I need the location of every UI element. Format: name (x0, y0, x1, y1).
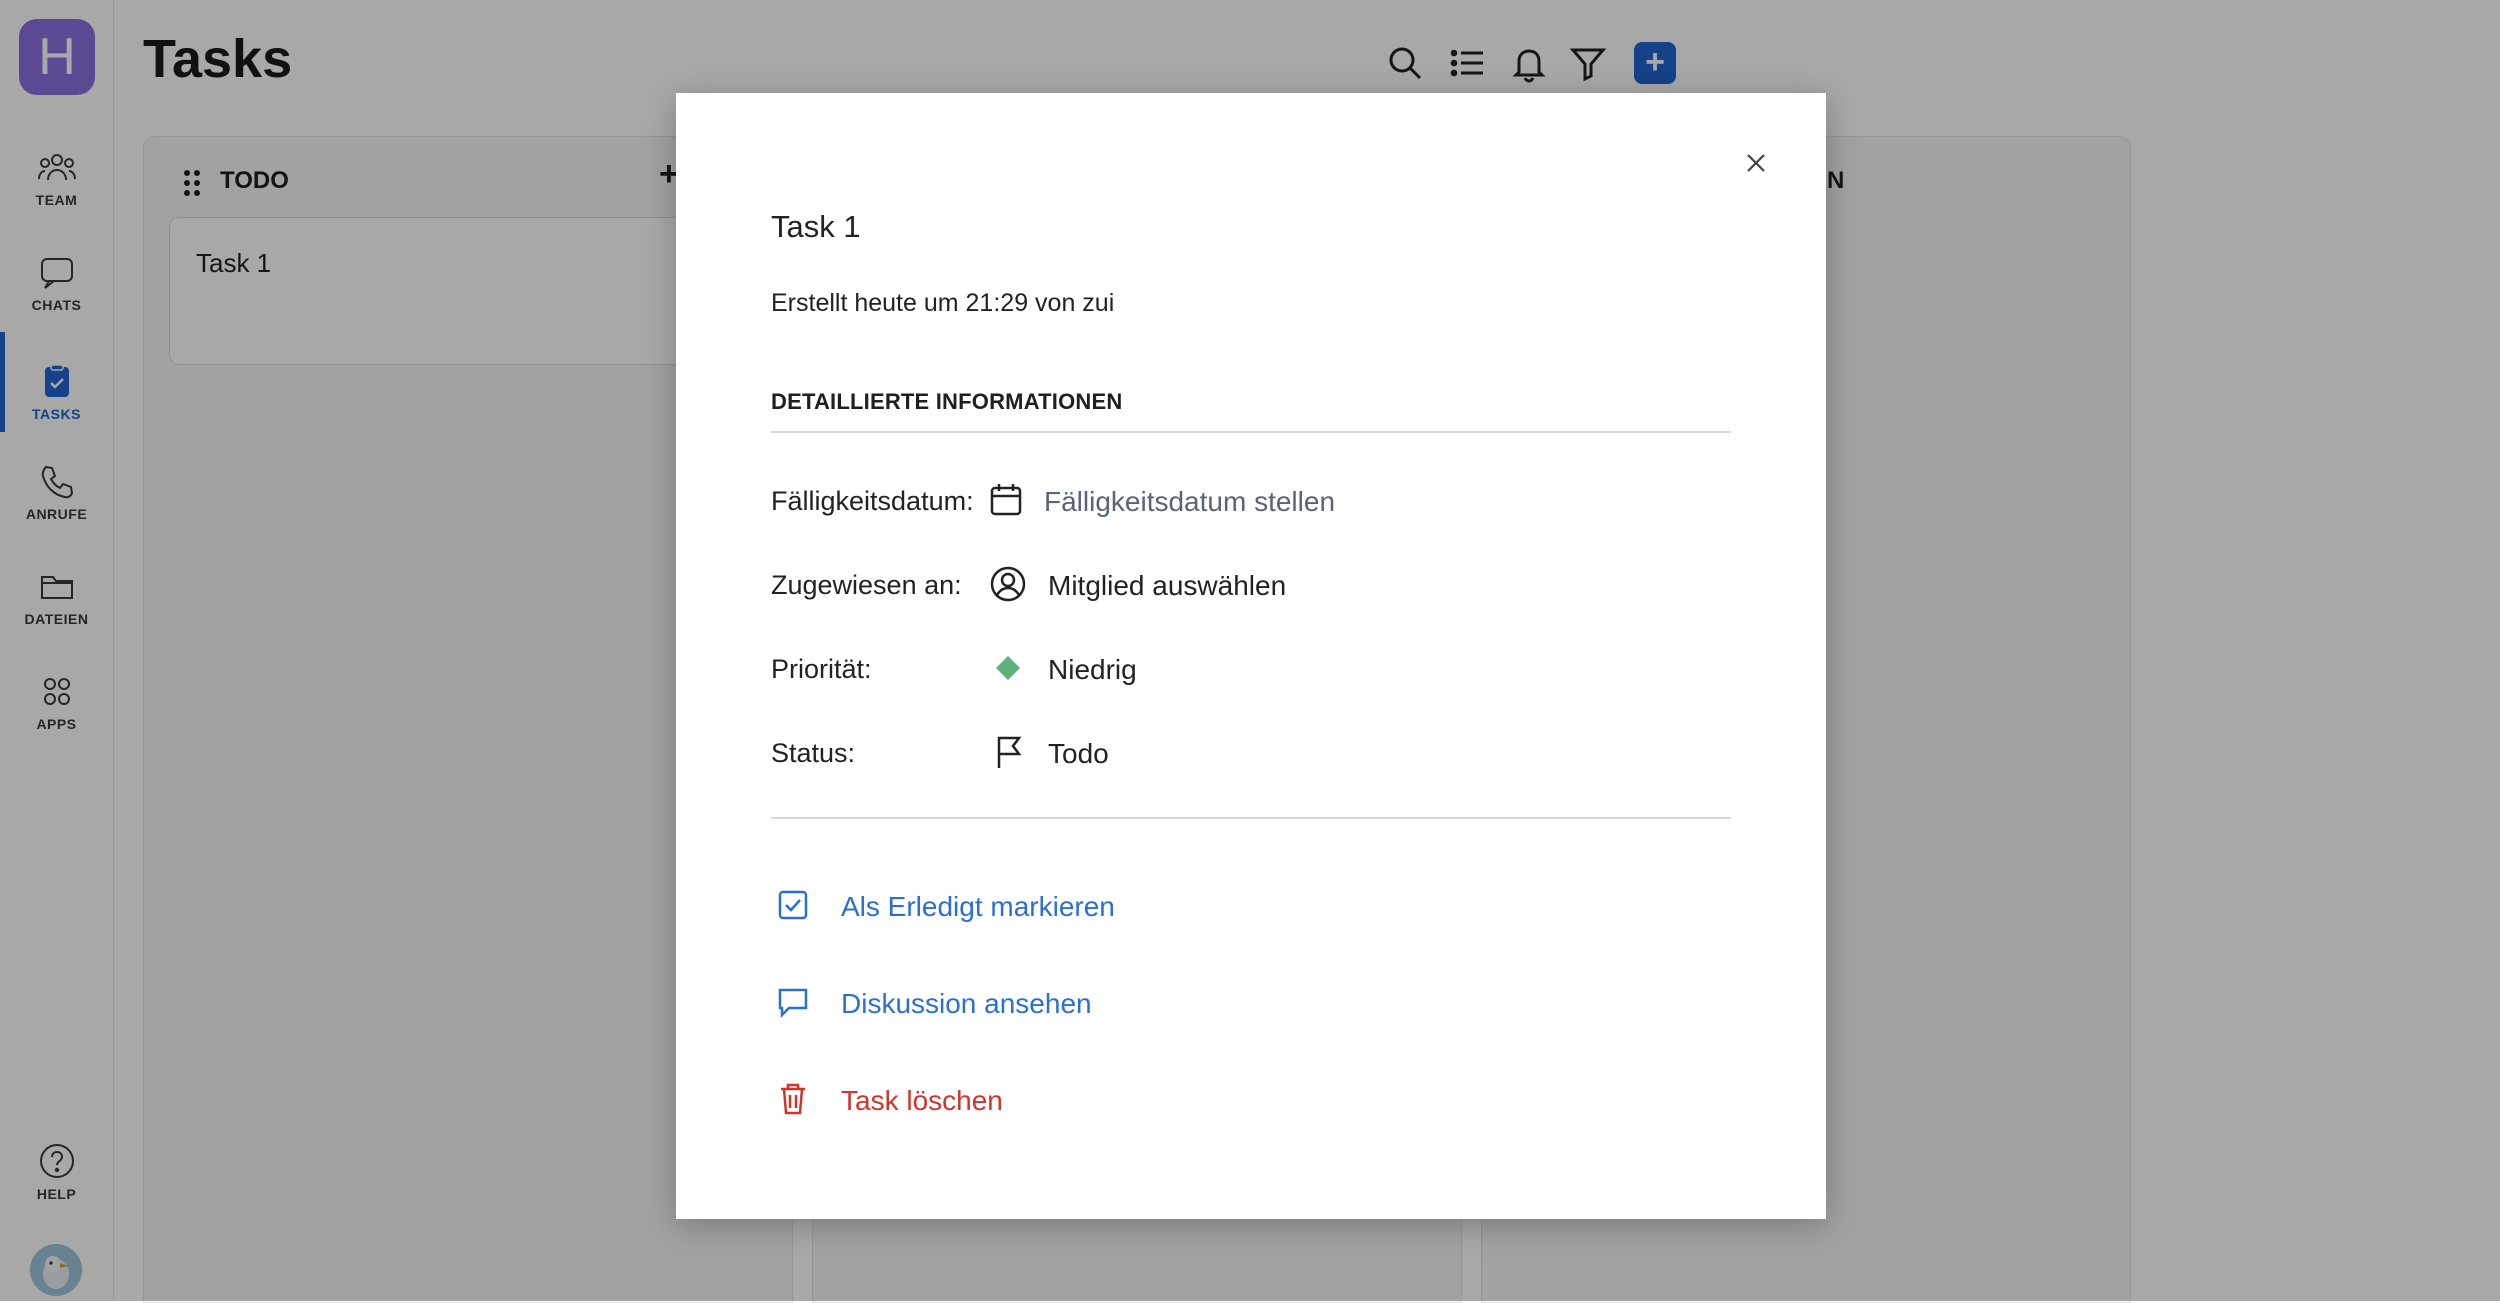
view-discussion-action[interactable]: Diskussion ansehen (771, 980, 1731, 1030)
assignee-label: Zugewiesen an: (771, 570, 962, 600)
assignee-row[interactable]: Zugewiesen an: Mitglied auswählen (771, 562, 1731, 612)
flag-icon (986, 732, 1030, 776)
trash-icon (771, 1079, 815, 1123)
task-detail-dialog: Task 1 Erstellt heute um 21:29 von zui D… (676, 93, 1826, 1219)
priority-diamond-icon (986, 648, 1030, 692)
due-date-label: Fälligkeitsdatum: (771, 486, 974, 516)
priority-label: Priorität: (771, 654, 872, 684)
section-divider (771, 431, 1731, 433)
assignee-value[interactable]: Mitglied auswählen (1048, 570, 1286, 602)
mark-done-action[interactable]: Als Erledigt markieren (771, 883, 1731, 933)
priority-row[interactable]: Priorität: Niedrig (771, 646, 1731, 696)
section-heading: DETAILLIERTE INFORMATIONEN (771, 389, 1123, 414)
chat-bubble-icon (771, 982, 815, 1026)
delete-task-action[interactable]: Task löschen (771, 1077, 1731, 1127)
app-root: H TEAM CHATS TASKS ANRUFE DATEIEN APPS H… (0, 0, 2500, 1303)
close-icon (1747, 154, 1765, 172)
status-label: Status: (771, 738, 856, 768)
checkbox-icon (771, 885, 815, 929)
task-created-info: Erstellt heute um 21:29 von zui (771, 289, 1115, 317)
close-button[interactable] (1736, 143, 1776, 183)
user-circle-icon (986, 564, 1030, 608)
due-date-value[interactable]: Fälligkeitsdatum stellen (1044, 486, 1335, 518)
mark-done-label[interactable]: Als Erledigt markieren (841, 891, 1115, 923)
calendar-icon (984, 480, 1028, 524)
priority-value[interactable]: Niedrig (1048, 654, 1137, 686)
status-row[interactable]: Status: Todo (771, 730, 1731, 780)
actions-divider (771, 817, 1731, 819)
task-title[interactable]: Task 1 (771, 209, 861, 245)
due-date-row[interactable]: Fälligkeitsdatum: Fälligkeitsdatum stell… (771, 478, 1731, 528)
status-value[interactable]: Todo (1048, 738, 1109, 770)
view-discussion-label[interactable]: Diskussion ansehen (841, 988, 1092, 1020)
delete-task-label[interactable]: Task löschen (841, 1085, 1003, 1117)
